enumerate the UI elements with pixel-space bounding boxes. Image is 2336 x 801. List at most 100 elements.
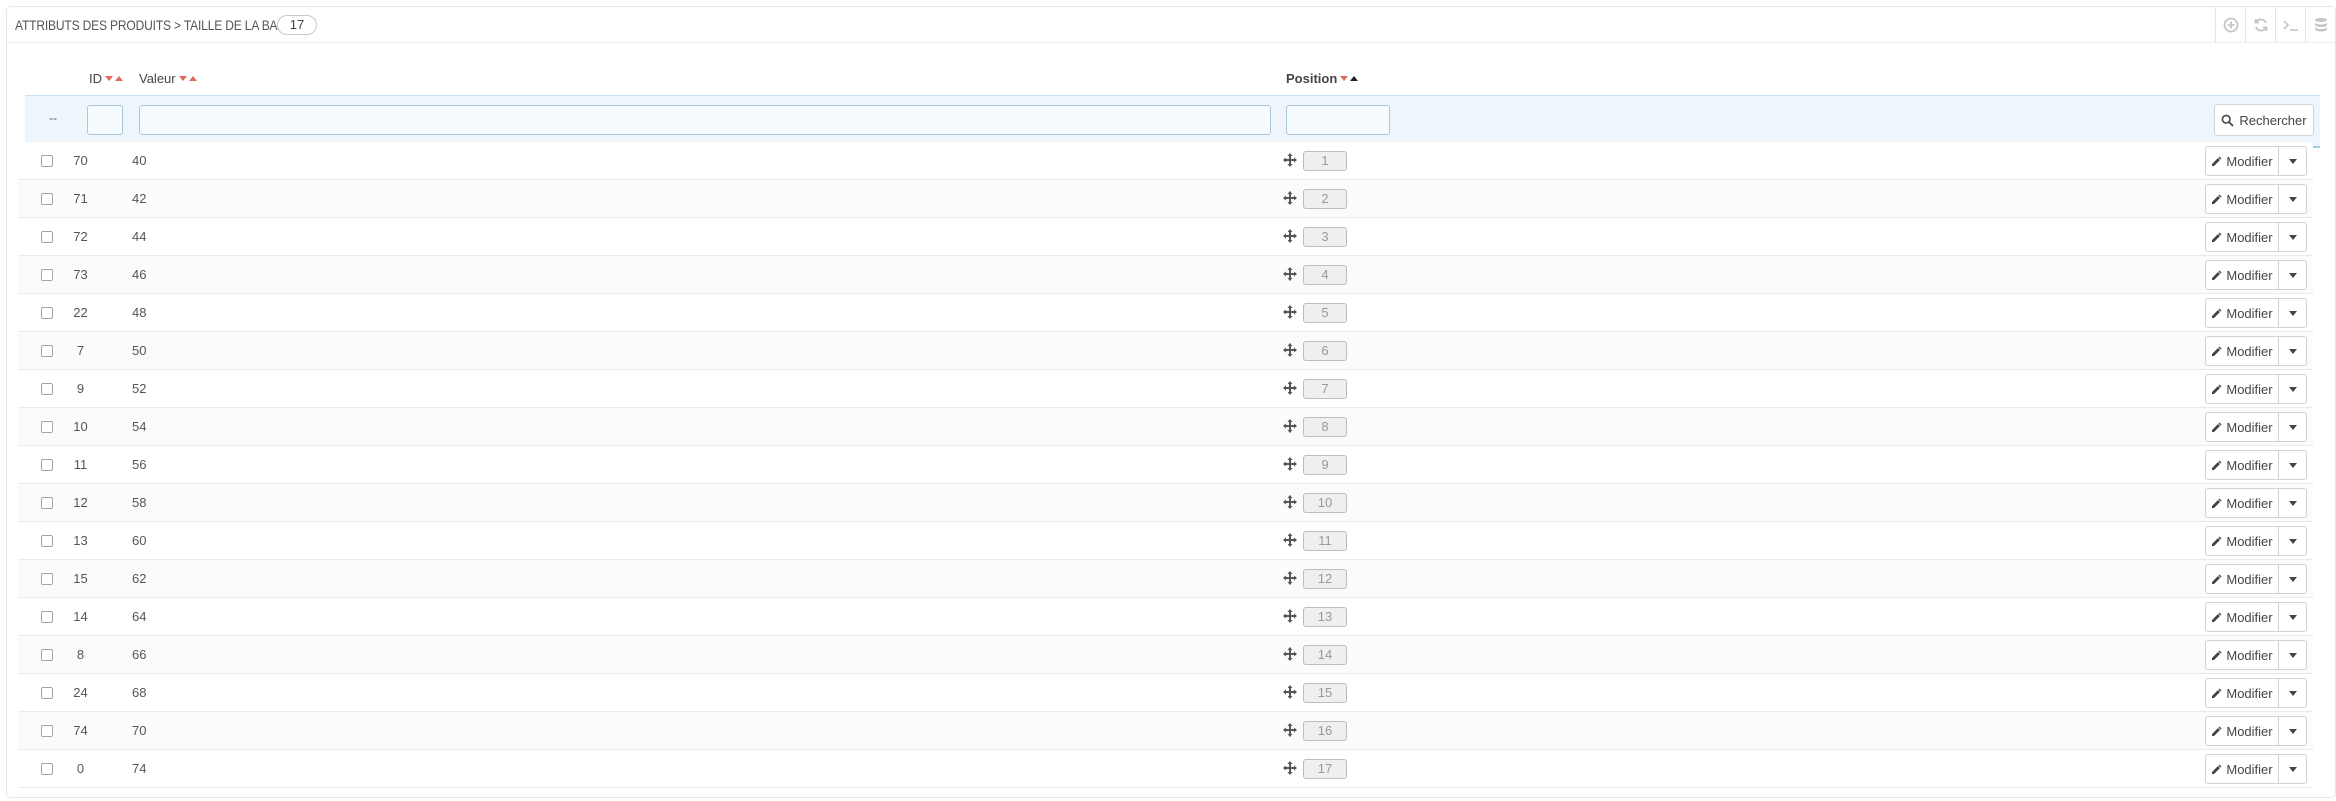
table-row[interactable]: 74 70 16 Modifier bbox=[18, 712, 2313, 750]
drag-handle-icon[interactable] bbox=[1283, 571, 1297, 588]
row-checkbox[interactable] bbox=[41, 383, 53, 395]
id-filter-input[interactable] bbox=[87, 105, 123, 135]
drag-handle-icon[interactable] bbox=[1283, 457, 1297, 474]
position-filter-input[interactable] bbox=[1286, 105, 1390, 135]
actions-dropdown-toggle[interactable] bbox=[2279, 184, 2307, 214]
edit-button[interactable]: Modifier bbox=[2205, 754, 2279, 784]
table-row[interactable]: 73 46 4 Modifier bbox=[18, 256, 2313, 294]
edit-button[interactable]: Modifier bbox=[2205, 716, 2279, 746]
drag-handle-icon[interactable] bbox=[1283, 153, 1297, 170]
sort-asc-icon[interactable] bbox=[115, 76, 123, 81]
table-row[interactable]: 11 56 9 Modifier bbox=[18, 446, 2313, 484]
edit-button[interactable]: Modifier bbox=[2205, 298, 2279, 328]
table-row[interactable]: 7 50 6 Modifier bbox=[18, 332, 2313, 370]
actions-dropdown-toggle[interactable] bbox=[2279, 146, 2307, 176]
sql-manager-button[interactable] bbox=[2275, 7, 2305, 43]
actions-dropdown-toggle[interactable] bbox=[2279, 526, 2307, 556]
table-row[interactable]: 14 64 13 Modifier bbox=[18, 598, 2313, 636]
table-row[interactable]: 22 48 5 Modifier bbox=[18, 294, 2313, 332]
sort-asc-icon[interactable] bbox=[1350, 76, 1359, 81]
edit-button[interactable]: Modifier bbox=[2205, 260, 2279, 290]
drag-handle-icon[interactable] bbox=[1283, 533, 1297, 550]
sort-desc-icon[interactable] bbox=[1340, 76, 1349, 81]
refresh-icon bbox=[2254, 18, 2267, 32]
edit-button[interactable]: Modifier bbox=[2205, 374, 2279, 404]
row-checkbox[interactable] bbox=[41, 763, 53, 775]
table-row[interactable]: 8 66 14 Modifier bbox=[18, 636, 2313, 674]
edit-button[interactable]: Modifier bbox=[2205, 602, 2279, 632]
drag-handle-icon[interactable] bbox=[1283, 609, 1297, 626]
search-button[interactable]: Rechercher bbox=[2214, 104, 2314, 136]
row-checkbox[interactable] bbox=[41, 269, 53, 281]
row-checkbox[interactable] bbox=[41, 421, 53, 433]
edit-button[interactable]: Modifier bbox=[2205, 678, 2279, 708]
row-checkbox[interactable] bbox=[41, 345, 53, 357]
table-row[interactable]: 9 52 7 Modifier bbox=[18, 370, 2313, 408]
actions-dropdown-toggle[interactable] bbox=[2279, 260, 2307, 290]
edit-button[interactable]: Modifier bbox=[2205, 564, 2279, 594]
table-row[interactable]: 10 54 8 Modifier bbox=[18, 408, 2313, 446]
drag-handle-icon[interactable] bbox=[1283, 343, 1297, 360]
edit-button[interactable]: Modifier bbox=[2205, 184, 2279, 214]
sort-asc-icon[interactable] bbox=[188, 76, 197, 81]
edit-button[interactable]: Modifier bbox=[2205, 488, 2279, 518]
drag-handle-icon[interactable] bbox=[1283, 305, 1297, 322]
row-checkbox[interactable] bbox=[41, 725, 53, 737]
actions-dropdown-toggle[interactable] bbox=[2279, 678, 2307, 708]
edit-button[interactable]: Modifier bbox=[2205, 450, 2279, 480]
actions-dropdown-toggle[interactable] bbox=[2279, 222, 2307, 252]
refresh-button[interactable] bbox=[2245, 7, 2275, 43]
drag-handle-icon[interactable] bbox=[1283, 419, 1297, 436]
actions-dropdown-toggle[interactable] bbox=[2279, 412, 2307, 442]
actions-dropdown-toggle[interactable] bbox=[2279, 374, 2307, 404]
actions-dropdown-toggle[interactable] bbox=[2279, 602, 2307, 632]
actions-dropdown-toggle[interactable] bbox=[2279, 640, 2307, 670]
table-row[interactable]: 24 68 15 Modifier bbox=[18, 674, 2313, 712]
actions-dropdown-toggle[interactable] bbox=[2279, 336, 2307, 366]
row-checkbox[interactable] bbox=[41, 231, 53, 243]
sort-desc-icon[interactable] bbox=[178, 76, 187, 81]
row-checkbox[interactable] bbox=[41, 687, 53, 699]
actions-dropdown-toggle[interactable] bbox=[2279, 298, 2307, 328]
row-checkbox[interactable] bbox=[41, 649, 53, 661]
value-filter-input[interactable] bbox=[139, 105, 1271, 135]
table-row[interactable]: 12 58 10 Modifier bbox=[18, 484, 2313, 522]
edit-button[interactable]: Modifier bbox=[2205, 336, 2279, 366]
row-checkbox[interactable] bbox=[41, 459, 53, 471]
drag-handle-icon[interactable] bbox=[1283, 685, 1297, 702]
row-checkbox[interactable] bbox=[41, 573, 53, 585]
row-checkbox[interactable] bbox=[41, 611, 53, 623]
edit-button[interactable]: Modifier bbox=[2205, 412, 2279, 442]
actions-dropdown-toggle[interactable] bbox=[2279, 564, 2307, 594]
row-checkbox[interactable] bbox=[41, 155, 53, 167]
sort-desc-icon[interactable] bbox=[105, 76, 113, 81]
actions-dropdown-toggle[interactable] bbox=[2279, 716, 2307, 746]
actions-dropdown-toggle[interactable] bbox=[2279, 450, 2307, 480]
row-checkbox[interactable] bbox=[41, 193, 53, 205]
drag-handle-icon[interactable] bbox=[1283, 229, 1297, 246]
edit-button[interactable]: Modifier bbox=[2205, 146, 2279, 176]
drag-handle-icon[interactable] bbox=[1283, 495, 1297, 512]
drag-handle-icon[interactable] bbox=[1283, 723, 1297, 740]
actions-dropdown-toggle[interactable] bbox=[2279, 488, 2307, 518]
actions-dropdown-toggle[interactable] bbox=[2279, 754, 2307, 784]
row-checkbox[interactable] bbox=[41, 497, 53, 509]
edit-button[interactable]: Modifier bbox=[2205, 222, 2279, 252]
table-row[interactable]: 70 40 1 Modifier bbox=[18, 142, 2313, 180]
drag-handle-icon[interactable] bbox=[1283, 381, 1297, 398]
edit-button[interactable]: Modifier bbox=[2205, 526, 2279, 556]
export-button[interactable] bbox=[2305, 7, 2335, 43]
add-new-button[interactable] bbox=[2215, 7, 2245, 43]
row-checkbox[interactable] bbox=[41, 535, 53, 547]
table-row[interactable]: 0 74 17 Modifier bbox=[18, 750, 2313, 788]
row-checkbox[interactable] bbox=[41, 307, 53, 319]
table-row[interactable]: 72 44 3 Modifier bbox=[18, 218, 2313, 256]
table-row[interactable]: 13 60 11 Modifier bbox=[18, 522, 2313, 560]
drag-handle-icon[interactable] bbox=[1283, 647, 1297, 664]
drag-handle-icon[interactable] bbox=[1283, 191, 1297, 208]
drag-handle-icon[interactable] bbox=[1283, 267, 1297, 284]
table-row[interactable]: 15 62 12 Modifier bbox=[18, 560, 2313, 598]
edit-button[interactable]: Modifier bbox=[2205, 640, 2279, 670]
table-row[interactable]: 71 42 2 Modifier bbox=[18, 180, 2313, 218]
drag-handle-icon[interactable] bbox=[1283, 761, 1297, 778]
